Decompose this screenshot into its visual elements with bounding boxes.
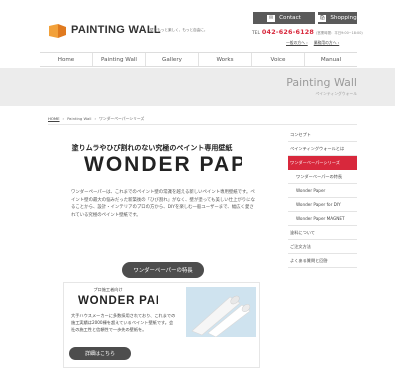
sidebar-item-concept[interactable]: コンセプト bbox=[288, 128, 357, 142]
sidebar-item-paint[interactable]: 塗料について bbox=[288, 226, 357, 240]
sidebar-item-wonder-paper-series[interactable]: ワンダーペーパーシリーズ bbox=[288, 156, 357, 170]
audience-links: 一般の方へ › 業務用の方へ › bbox=[286, 40, 339, 46]
shopping-button[interactable]: 🛍 Shopping bbox=[318, 12, 357, 24]
breadcrumb-separator: › bbox=[94, 116, 97, 121]
sidebar: コンセプト ペインティングウォールとは ワンダーペーパーシリーズ ワンダーペーパ… bbox=[288, 128, 357, 268]
nav-voice[interactable]: Voice bbox=[251, 53, 304, 66]
nav-home[interactable]: Home bbox=[40, 53, 92, 66]
contact-button[interactable]: ✉ Contact bbox=[253, 12, 315, 24]
tel-prefix: TEL bbox=[252, 31, 260, 36]
cart-icon: 🛍 bbox=[318, 14, 327, 22]
breadcrumb: HOME › Painting Wall › ワンダーペーパーシリーズ bbox=[48, 116, 144, 122]
main-nav: Home Painting Wall Gallery Works Voice M… bbox=[40, 52, 357, 67]
mail-icon: ✉ bbox=[267, 14, 276, 22]
tagline: 壁をもっと楽しく、もっと自由に。 bbox=[150, 28, 208, 32]
page-subtitle: ペインティングウォール bbox=[315, 91, 357, 96]
wonder-paper-card-logo: WONDER PAPER bbox=[78, 295, 158, 306]
nav-manual[interactable]: Manual bbox=[304, 53, 357, 66]
contact-label: Contact bbox=[279, 15, 301, 21]
nav-painting-wall[interactable]: Painting Wall bbox=[92, 53, 145, 66]
wonder-paper-card-logo-text: WONDER PAPER bbox=[78, 295, 158, 306]
logo-text[interactable]: PAINTING WALL bbox=[71, 24, 161, 36]
nav-gallery[interactable]: Gallery bbox=[145, 53, 198, 66]
wallpaper-roll-image bbox=[186, 287, 256, 337]
sidebar-item-order[interactable]: ご注文方法 bbox=[288, 240, 357, 254]
tel-hours: (営業時間：平日9:00~18:00) bbox=[316, 31, 363, 35]
sidebar-item-wonder-paper-magnet[interactable]: Wonder Paper MAGNET bbox=[288, 212, 357, 226]
nav-works[interactable]: Works bbox=[198, 53, 251, 66]
page-title: Painting Wall bbox=[286, 76, 357, 89]
divider bbox=[48, 124, 357, 125]
tel-number[interactable]: 042-626-6128 bbox=[262, 28, 314, 36]
breadcrumb-separator: › bbox=[62, 116, 65, 121]
logo-icon[interactable] bbox=[49, 24, 66, 38]
sidebar-item-wonder-paper-diy[interactable]: Wonder Paper for DIY bbox=[288, 198, 357, 212]
breadcrumb-painting-wall[interactable]: Painting Wall bbox=[67, 116, 91, 122]
wonder-paper-logo-text: WONDER PAPER bbox=[84, 153, 242, 174]
phone-info: TEL 042-626-6128 (営業時間：平日9:00~18:00) bbox=[252, 28, 363, 36]
sidebar-item-faq[interactable]: よくある質問と回答 bbox=[288, 254, 357, 268]
intro-description: ワンダーペーパーは、これまでのペイント壁の常識を越える新しいペイント専用壁紙です… bbox=[71, 190, 255, 218]
sidebar-item-wonder-paper[interactable]: Wonder Paper bbox=[288, 184, 357, 198]
sidebar-item-about[interactable]: ペインティングウォールとは bbox=[288, 142, 357, 156]
details-button[interactable]: 詳細はこちら bbox=[69, 347, 131, 360]
breadcrumb-home[interactable]: HOME bbox=[48, 116, 60, 122]
breadcrumb-current: ワンダーペーパーシリーズ bbox=[99, 116, 145, 121]
wonder-paper-logo: WONDER PAPER bbox=[84, 153, 242, 174]
features-button[interactable]: ワンダーペーパーの特長 bbox=[122, 262, 204, 278]
link-business[interactable]: 業務用の方へ › bbox=[314, 40, 340, 46]
shopping-label: Shopping bbox=[330, 15, 357, 21]
card-description: 大手ハウスメーカーに多数採用されており、これまでの施工実績は2000棟を超えてい… bbox=[71, 313, 176, 332]
link-general[interactable]: 一般の方へ › bbox=[286, 40, 308, 46]
sidebar-item-features[interactable]: ワンダーペーパーの特長 bbox=[288, 170, 357, 184]
